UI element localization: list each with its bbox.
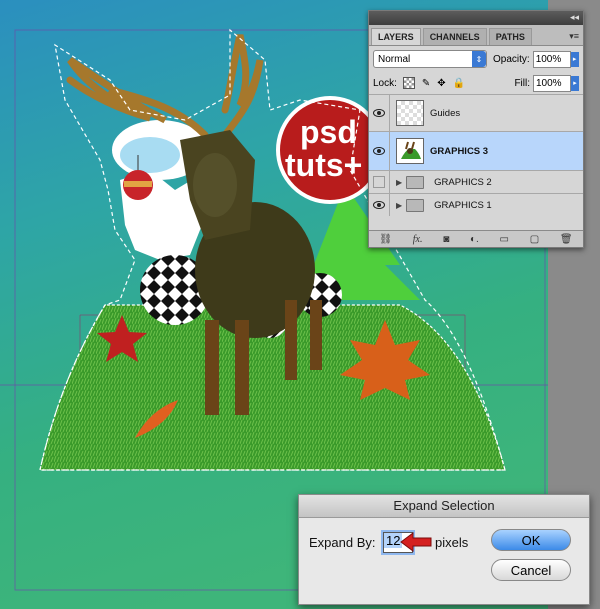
opacity-value: 100% (535, 53, 562, 65)
unit-label: pixels (435, 535, 469, 550)
logo-line1: psd (300, 114, 357, 150)
fill-value: 100% (536, 77, 562, 89)
opacity-label: Opacity: (493, 53, 530, 65)
folder-icon[interactable]: ▭ (500, 234, 509, 245)
layer-thumbnail (396, 100, 424, 126)
expand-selection-dialog: Expand Selection Expand By: 12 pixels OK… (298, 494, 590, 605)
blend-mode-value: Normal (378, 53, 411, 65)
panel-bottom-toolbar: ⛓ fx. ◙ ◐. ▭ ▢ 🗑 (369, 230, 583, 247)
adjustment-icon[interactable]: ◐. (470, 234, 479, 245)
layer-name[interactable]: Guides (430, 108, 460, 119)
lock-transparency-icon[interactable] (402, 77, 415, 89)
panel-menu-icon[interactable]: ▾≡ (565, 28, 583, 45)
layer-thumbnail (396, 138, 424, 164)
mask-icon[interactable]: ◙ (443, 234, 449, 245)
folder-icon (406, 198, 425, 212)
dialog-title: Expand Selection (299, 495, 589, 518)
cancel-button[interactable]: Cancel (491, 559, 571, 581)
lock-row: Lock: ✎ ✥ 🔒 Fill: 100% ▸ (369, 72, 583, 94)
visibility-toggle[interactable] (369, 194, 390, 216)
layer-row-guides[interactable]: Guides (369, 94, 583, 131)
trash-icon[interactable]: 🗑 (560, 234, 573, 245)
layer-name[interactable]: GRAPHICS 1 (434, 200, 492, 211)
expand-triangle-icon[interactable]: ▶ (396, 201, 402, 210)
fx-icon[interactable]: fx. (413, 234, 423, 245)
collapse-icon[interactable]: ◂◂ (570, 12, 579, 23)
blend-mode-select[interactable]: Normal ⇕ (373, 50, 487, 68)
layer-name[interactable]: GRAPHICS 2 (434, 177, 492, 188)
hidden-eye-box (373, 176, 385, 188)
tab-channels[interactable]: CHANNELS (422, 28, 487, 45)
ok-label: OK (521, 532, 541, 548)
cancel-label: Cancel (510, 562, 552, 578)
red-arrow-icon (400, 532, 432, 552)
visibility-toggle[interactable] (369, 132, 390, 170)
eye-icon (373, 201, 385, 209)
folder-icon (406, 175, 425, 189)
opacity-arrow-icon[interactable]: ▸ (570, 51, 579, 67)
panel-tabs: LAYERS CHANNELS PATHS ▾≡ (369, 25, 583, 46)
lock-label: Lock: (373, 77, 397, 89)
fill-arrow-icon[interactable]: ▸ (571, 75, 579, 91)
visibility-toggle[interactable] (369, 171, 390, 193)
panel-titlebar[interactable]: ◂◂ (369, 11, 583, 25)
layer-name[interactable]: GRAPHICS 3 (430, 146, 488, 157)
layer-row-graphics-3[interactable]: GRAPHICS 3 (369, 131, 583, 170)
lock-all-icon[interactable]: 🔒 (453, 78, 465, 89)
link-icon[interactable]: ⛓ (379, 234, 392, 245)
ok-button[interactable]: OK (491, 529, 571, 551)
visibility-toggle[interactable] (369, 95, 390, 131)
layer-row-graphics-2[interactable]: ▶ GRAPHICS 2 (369, 170, 583, 193)
blend-row: Normal ⇕ Opacity: 100% ▸ (369, 46, 583, 72)
layers-panel: ◂◂ LAYERS CHANNELS PATHS ▾≡ Normal ⇕ Opa… (368, 10, 584, 248)
eye-icon (373, 109, 385, 117)
lock-move-icon[interactable]: ✥ (437, 78, 445, 89)
deer-thumbnail-icon (401, 141, 421, 159)
fill-label: Fill: (514, 77, 530, 89)
eye-icon (373, 147, 385, 155)
tab-paths[interactable]: PATHS (488, 28, 532, 45)
lock-brush-icon[interactable]: ✎ (422, 78, 430, 89)
expand-by-label: Expand By: (309, 535, 376, 550)
fill-field[interactable]: 100% (533, 74, 571, 92)
new-layer-icon[interactable]: ▢ (530, 234, 539, 245)
opacity-field[interactable]: 100% (532, 50, 571, 68)
expand-triangle-icon[interactable]: ▶ (396, 178, 402, 187)
tab-layers[interactable]: LAYERS (371, 28, 421, 45)
layer-row-graphics-1[interactable]: ▶ GRAPHICS 1 (369, 193, 583, 216)
select-arrow-icon: ⇕ (472, 51, 486, 67)
